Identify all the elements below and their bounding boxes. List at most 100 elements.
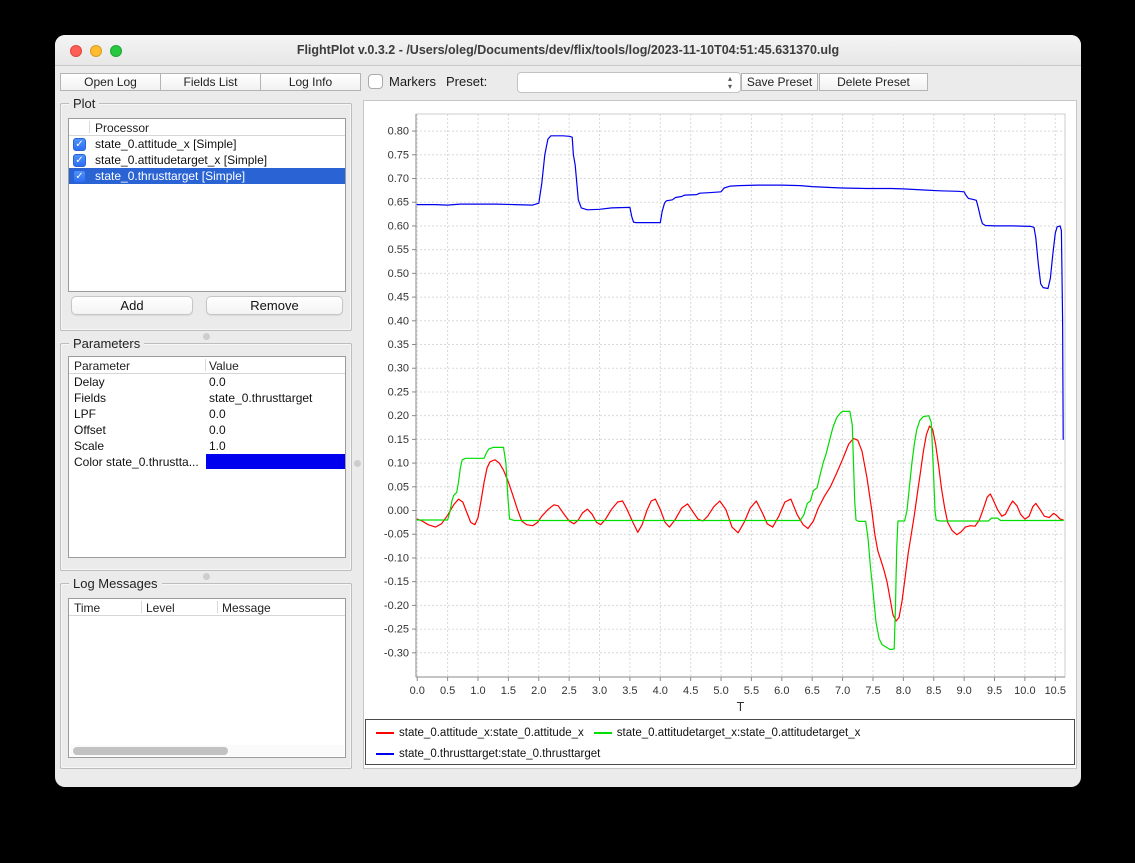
processor-row[interactable]: ✓ state_0.thrusttarget [Simple] (69, 168, 345, 184)
vertical-splitter-handle[interactable] (354, 460, 361, 467)
parameter-row[interactable]: Delay 0.0 (69, 374, 345, 390)
svg-text:0.60: 0.60 (388, 220, 409, 232)
horizontal-splitter-handle[interactable] (203, 333, 210, 340)
parameter-value: 0.0 (209, 407, 226, 421)
svg-text:4.0: 4.0 (653, 685, 668, 697)
svg-text:8.0: 8.0 (896, 685, 911, 697)
parameter-row[interactable]: Fields state_0.thrusttarget (69, 390, 345, 406)
svg-text:8.5: 8.5 (926, 685, 941, 697)
fields-list-button[interactable]: Fields List (160, 73, 261, 91)
parameter-row-color[interactable]: Color state_0.thrustta... (69, 454, 345, 470)
parameter-value: state_0.thrusttarget (209, 391, 312, 405)
parameter-value: 1.0 (209, 439, 226, 453)
svg-text:1.5: 1.5 (501, 685, 516, 697)
svg-text:1.0: 1.0 (470, 685, 485, 697)
log-messages-table-header: Time Level Message (69, 599, 345, 616)
horizontal-scrollbar[interactable] (70, 745, 344, 756)
svg-text:-0.15: -0.15 (384, 576, 409, 588)
parameter-column-header: Parameter (74, 359, 130, 373)
svg-text:0.65: 0.65 (388, 197, 409, 209)
svg-text:9.0: 9.0 (956, 685, 971, 697)
plot-groupbox: Plot Processor ✓ state_0.attitude_x [Sim… (60, 103, 352, 331)
parameter-name: LPF (74, 407, 96, 421)
svg-text:-0.20: -0.20 (384, 600, 409, 612)
processor-row[interactable]: ✓ state_0.attitudetarget_x [Simple] (69, 152, 345, 168)
legend-item-attitudetarget-x: state_0.attitudetarget_x:state_0.attitud… (594, 727, 861, 739)
row-checkbox[interactable]: ✓ (73, 138, 86, 151)
parameter-row[interactable]: Offset 0.0 (69, 422, 345, 438)
log-messages-table[interactable]: Time Level Message (68, 598, 346, 758)
parameter-row[interactable]: LPF 0.0 (69, 406, 345, 422)
parameters-table[interactable]: Parameter Value Delay 0.0 Fields state_0… (68, 356, 346, 558)
save-preset-button[interactable]: Save Preset (741, 73, 818, 91)
svg-text:0.50: 0.50 (388, 268, 409, 280)
plot-groupbox-title: Plot (69, 96, 99, 111)
svg-text:-0.25: -0.25 (384, 624, 409, 636)
svg-text:0.70: 0.70 (388, 173, 409, 185)
processor-list[interactable]: Processor ✓ state_0.attitude_x [Simple] … (68, 118, 346, 292)
flightplot-window: FlightPlot v.0.3.2 - /Users/oleg/Documen… (55, 35, 1081, 787)
processor-column-header: Processor (95, 121, 149, 135)
svg-text:7.5: 7.5 (865, 685, 880, 697)
column-divider (141, 601, 142, 613)
markers-checkbox[interactable] (368, 74, 383, 89)
legend-label: state_0.thrusttarget:state_0.thrusttarge… (399, 748, 600, 760)
value-column-header: Value (209, 359, 239, 373)
column-divider (205, 359, 206, 371)
color-value-swatch[interactable] (206, 454, 346, 469)
svg-text:2.0: 2.0 (531, 685, 546, 697)
titlebar: FlightPlot v.0.3.2 - /Users/oleg/Documen… (55, 35, 1081, 66)
svg-text:0.0: 0.0 (410, 685, 425, 697)
parameter-value: 0.0 (209, 423, 226, 437)
svg-text:10.5: 10.5 (1045, 685, 1066, 697)
processor-row[interactable]: ✓ state_0.attitude_x [Simple] (69, 136, 345, 152)
svg-text:6.5: 6.5 (805, 685, 820, 697)
horizontal-splitter-handle[interactable] (203, 573, 210, 580)
parameters-table-header: Parameter Value (69, 357, 345, 374)
svg-text:0.5: 0.5 (440, 685, 455, 697)
processor-row-label: state_0.attitudetarget_x [Simple] (95, 153, 267, 167)
time-column-header: Time (74, 601, 100, 615)
desktop-background: FlightPlot v.0.3.2 - /Users/oleg/Documen… (0, 0, 1135, 863)
svg-text:0.10: 0.10 (388, 458, 409, 470)
svg-text:0.05: 0.05 (388, 481, 409, 493)
svg-text:5.5: 5.5 (744, 685, 759, 697)
combobox-stepper-icon[interactable]: ▴▾ (723, 74, 737, 91)
log-info-button[interactable]: Log Info (260, 73, 361, 91)
toolbar: Open Log Fields List Log Info Markers Pr… (55, 67, 1081, 99)
svg-text:0.80: 0.80 (388, 126, 409, 138)
log-messages-groupbox: Log Messages Time Level Message (60, 583, 352, 769)
column-divider (217, 601, 218, 613)
svg-text:-0.30: -0.30 (384, 647, 409, 659)
level-column-header: Level (146, 601, 175, 615)
parameter-row[interactable]: Scale 1.0 (69, 438, 345, 454)
svg-text:0.25: 0.25 (388, 386, 409, 398)
preset-combobox[interactable]: ▴▾ (517, 72, 741, 93)
scrollbar-thumb[interactable] (73, 747, 228, 755)
legend-label: state_0.attitudetarget_x:state_0.attitud… (617, 727, 861, 739)
svg-text:2.5: 2.5 (561, 685, 576, 697)
svg-text:4.5: 4.5 (683, 685, 698, 697)
open-log-button[interactable]: Open Log (60, 73, 161, 91)
row-checkbox[interactable]: ✓ (73, 154, 86, 167)
legend-line-swatch-red (376, 732, 394, 734)
svg-text:3.5: 3.5 (622, 685, 637, 697)
preset-label: Preset: (446, 74, 487, 89)
parameter-name: Fields (74, 391, 106, 405)
row-checkbox[interactable]: ✓ (73, 170, 86, 183)
chart-legend: state_0.attitude_x:state_0.attitude_x st… (365, 719, 1075, 765)
parameter-value: 0.0 (209, 375, 226, 389)
add-button[interactable]: Add (71, 296, 193, 315)
parameters-groupbox-title: Parameters (69, 336, 144, 351)
svg-text:0.30: 0.30 (388, 363, 409, 375)
processor-list-header: Processor (69, 119, 345, 136)
log-messages-groupbox-title: Log Messages (69, 576, 162, 591)
vertical-splitter[interactable] (352, 100, 363, 769)
delete-preset-button[interactable]: Delete Preset (819, 73, 928, 91)
svg-text:6.0: 6.0 (774, 685, 789, 697)
parameter-name: Color state_0.thrustta... (74, 455, 199, 469)
remove-button[interactable]: Remove (206, 296, 343, 315)
chart-plot-area[interactable]: 0.800.750.700.650.600.550.500.450.400.35… (364, 101, 1076, 717)
svg-text:0.35: 0.35 (388, 339, 409, 351)
svg-text:0.00: 0.00 (388, 505, 409, 517)
